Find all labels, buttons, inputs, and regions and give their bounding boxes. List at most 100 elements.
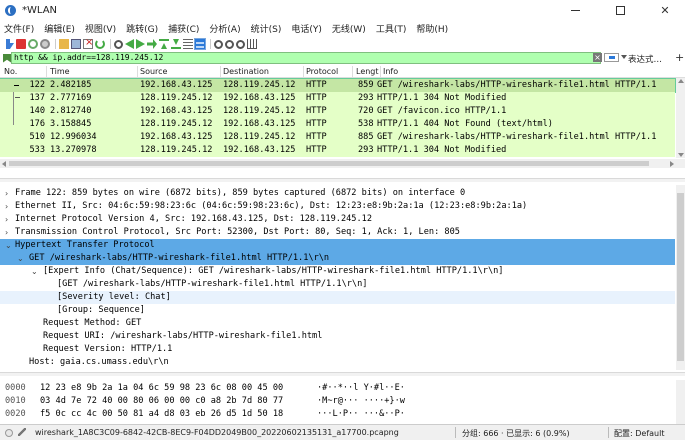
chevron-right-icon[interactable]: › — [5, 228, 8, 237]
shark-fin-icon[interactable] — [6, 39, 14, 49]
packet-row[interactable]: 510 12.996034 192.168.43.125 128.119.245… — [0, 131, 675, 144]
menu-go[interactable]: 跳转(G) — [126, 22, 158, 35]
menu-file[interactable]: 文件(F) — [4, 22, 34, 35]
packet-no: 533 — [29, 145, 45, 155]
capture-comment-icon[interactable] — [18, 428, 26, 436]
tree-item-request-uri[interactable]: Request URI: /wireshark-labs/HTTP-wiresh… — [0, 330, 675, 343]
bytes-row[interactable]: 0010 03 4d 7e 72 40 00 80 06 00 00 c0 a8… — [0, 395, 675, 408]
chevron-down-icon[interactable] — [621, 55, 627, 59]
column-protocol[interactable]: Protocol — [306, 67, 338, 76]
tree-item-http[interactable]: ⌄ Hypertext Transfer Protocol — [0, 239, 675, 252]
column-source[interactable]: Source — [140, 67, 167, 76]
details-vertical-scrollbar[interactable] — [676, 185, 685, 370]
tree-item-request-method[interactable]: Request Method: GET — [0, 317, 675, 330]
restart-icon[interactable] — [28, 39, 38, 49]
chevron-right-icon[interactable]: › — [5, 189, 8, 198]
tree-item-expert-info[interactable]: ⌄ [Expert Info (Chat/Sequence): GET /wir… — [0, 265, 675, 278]
chevron-down-icon[interactable]: ⌄ — [5, 241, 12, 250]
last-packet-icon[interactable] — [171, 39, 181, 49]
bytes-vertical-scrollbar[interactable] — [676, 380, 685, 424]
tree-item-request-line[interactable]: ⌄ GET /wireshark-labs/HTTP-wireshark-fil… — [0, 252, 675, 265]
packet-row[interactable]: 122 2.482185 192.168.43.125 128.119.245.… — [0, 78, 676, 93]
menu-wireless[interactable]: 无线(W) — [332, 22, 366, 35]
packet-row[interactable]: 176 3.158845 128.119.245.12 192.168.43.1… — [0, 118, 675, 131]
first-packet-icon[interactable] — [159, 39, 169, 49]
go-to-packet-icon[interactable] — [147, 39, 157, 49]
menu-help[interactable]: 帮助(H) — [416, 22, 448, 35]
go-back-icon[interactable] — [125, 39, 134, 49]
pane-splitter[interactable] — [0, 178, 685, 182]
pane-splitter[interactable] — [0, 372, 685, 376]
tree-item-frame[interactable]: › Frame 122: 859 bytes on wire (6872 bit… — [0, 187, 675, 200]
bytes-row[interactable]: 0000 12 23 e8 9b 2a 1a 04 6c 59 98 23 6c… — [0, 382, 675, 395]
colorize-icon[interactable] — [194, 38, 206, 50]
packet-time: 3.158845 — [50, 119, 92, 129]
packet-destination: 128.119.245.12 — [223, 106, 296, 116]
autoscroll-icon[interactable] — [183, 39, 193, 49]
normal-size-icon[interactable] — [236, 39, 245, 49]
bytes-row[interactable]: 0020 f5 0c cc 4c 00 50 81 a4 d8 03 eb 26… — [0, 408, 675, 421]
menu-view[interactable]: 视图(V) — [85, 22, 116, 35]
tree-item-tcp[interactable]: › Transmission Control Protocol, Src Por… — [0, 226, 675, 239]
packet-row[interactable]: 140 2.812740 192.168.43.125 128.119.245.… — [0, 105, 675, 118]
profile-selector[interactable]: 配置: Default — [614, 428, 664, 439]
zoom-in-icon[interactable] — [214, 39, 223, 49]
scroll-right-icon[interactable] — [670, 161, 674, 167]
close-button[interactable]: ✕ — [645, 0, 685, 20]
expert-info-icon[interactable] — [5, 429, 13, 437]
menu-analyze[interactable]: 分析(A) — [209, 22, 240, 35]
zoom-out-icon[interactable] — [225, 39, 234, 49]
stop-icon[interactable] — [16, 39, 26, 49]
scrollbar-thumb[interactable] — [9, 161, 649, 166]
scrollbar-thumb[interactable] — [677, 193, 684, 361]
tree-item-label: [Group: Sequence] — [57, 305, 145, 315]
reload-icon[interactable] — [95, 39, 105, 49]
go-forward-icon[interactable] — [136, 39, 145, 49]
packet-list-horizontal-scrollbar[interactable] — [0, 159, 685, 168]
menu-statistics[interactable]: 统计(S) — [251, 22, 282, 35]
resize-columns-icon[interactable] — [247, 39, 257, 49]
tree-item-group[interactable]: [Group: Sequence] — [0, 304, 675, 317]
chevron-right-icon[interactable]: › — [5, 215, 8, 224]
expression-button[interactable]: 表达式… — [628, 53, 662, 65]
scroll-up-icon[interactable] — [678, 79, 684, 83]
column-length[interactable]: Lengt — [356, 67, 379, 76]
packet-row[interactable]: 137 2.777169 128.119.245.12 192.168.43.1… — [0, 92, 675, 105]
column-no[interactable]: No. — [4, 67, 17, 76]
scroll-left-icon[interactable] — [2, 161, 6, 167]
close-file-icon[interactable] — [83, 37, 93, 49]
open-file-icon[interactable] — [59, 39, 69, 49]
minimize-button[interactable] — [555, 0, 595, 20]
menu-tools[interactable]: 工具(T) — [376, 22, 407, 35]
menu-capture[interactable]: 捕获(C) — [168, 22, 199, 35]
tree-item-expert-message[interactable]: [GET /wireshark-labs/HTTP-wireshark-file… — [0, 278, 675, 291]
column-info[interactable]: Info — [383, 67, 398, 76]
chevron-down-icon[interactable]: ⌄ — [31, 267, 38, 276]
tree-item-ethernet[interactable]: › Ethernet II, Src: 04:6c:59:98:23:6c (0… — [0, 200, 675, 213]
menu-telephony[interactable]: 电话(Y) — [291, 22, 322, 35]
packet-row[interactable]: 533 13.270978 128.119.245.12 192.168.43.… — [0, 144, 675, 157]
find-packet-icon[interactable] — [114, 39, 123, 49]
tree-item-ipv4[interactable]: › Internet Protocol Version 4, Src: 192.… — [0, 213, 675, 226]
chevron-right-icon[interactable]: › — [5, 202, 8, 211]
display-filter-input[interactable]: http && ip.addr==128.119.245.12 — [11, 52, 601, 64]
packet-info: GET /wireshark-labs/HTTP-wireshark-file1… — [377, 132, 657, 142]
tree-item-host[interactable]: Host: gaia.cs.umass.edu\r\n — [0, 356, 675, 369]
add-filter-button[interactable]: + — [675, 51, 684, 64]
packet-source: 192.168.43.125 — [140, 80, 213, 90]
save-file-icon[interactable] — [71, 39, 81, 49]
tree-item-label: Internet Protocol Version 4, Src: 192.16… — [15, 214, 372, 224]
column-time[interactable]: Time — [50, 67, 70, 76]
chevron-down-icon[interactable]: ⌄ — [17, 254, 24, 263]
tree-item-severity[interactable]: [Severity level: Chat] — [0, 291, 675, 304]
packet-list-vertical-scrollbar[interactable] — [676, 78, 685, 158]
bookmark-icon[interactable] — [3, 53, 11, 63]
menu-edit[interactable]: 编辑(E) — [44, 22, 75, 35]
maximize-button[interactable] — [600, 0, 640, 20]
column-destination[interactable]: Destination — [223, 67, 269, 76]
capture-options-icon[interactable] — [40, 39, 50, 49]
scroll-down-icon[interactable] — [678, 153, 684, 157]
clear-filter-icon[interactable]: × — [593, 53, 602, 62]
apply-filter-icon[interactable] — [604, 53, 619, 62]
tree-item-request-version[interactable]: Request Version: HTTP/1.1 — [0, 343, 675, 356]
